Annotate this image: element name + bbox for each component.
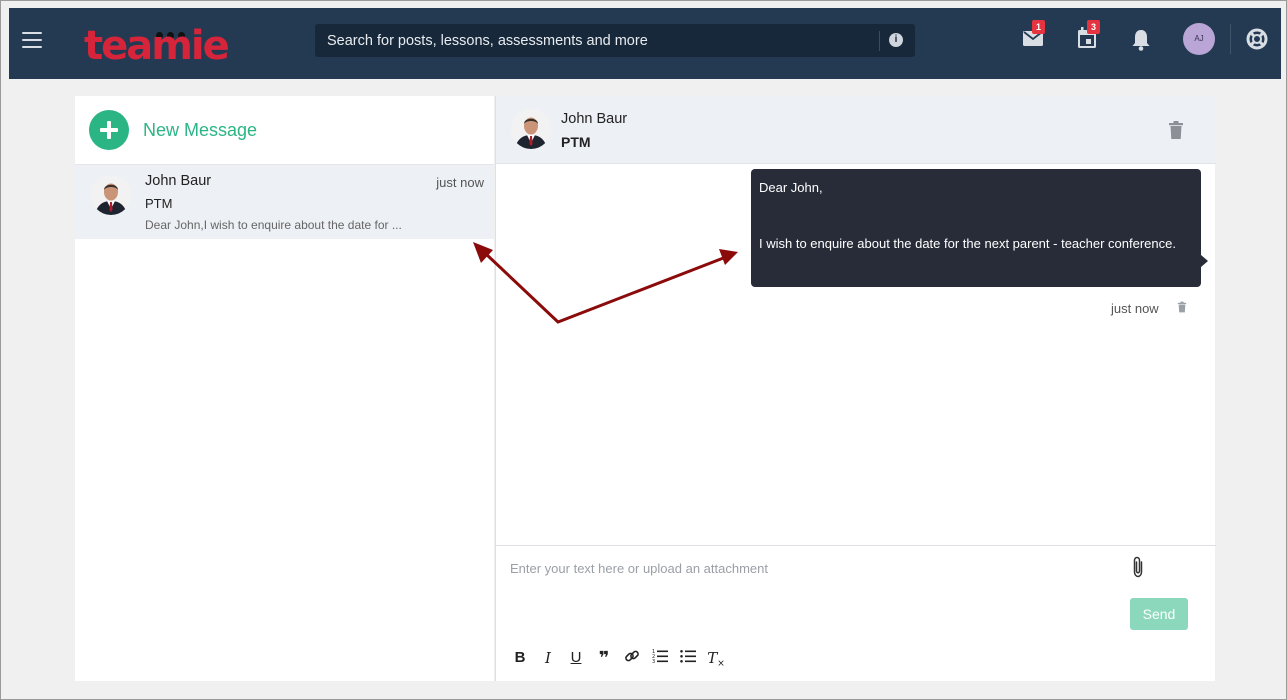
bell-icon [1132,30,1150,51]
paperclip-icon [1133,556,1143,578]
info-icon[interactable]: i [889,33,903,47]
underline-button[interactable]: U [566,648,586,668]
message-thread-panel: John Baur PTM Dear John, I wish to enqui… [495,96,1216,681]
link-button[interactable] [622,648,642,668]
message-body: I wish to enquire about the date for the… [759,236,1176,251]
conversation-subject: PTM [145,196,173,211]
send-button[interactable]: Send [1130,598,1188,630]
ordered-list-button[interactable]: 1 2 3 [650,648,670,668]
new-message-button[interactable]: New Message [89,110,257,150]
clear-format-icon: T [707,649,718,667]
thread-recipient: John Baur [561,111,628,127]
message-input[interactable] [510,558,1110,578]
search-divider [879,31,880,51]
ordered-list-icon: 1 2 3 [652,649,668,665]
clear-format-x: × [717,659,725,669]
logo-text: teamie [84,23,230,69]
delete-thread-button[interactable] [1168,120,1184,145]
conversation-time: just now [436,175,484,190]
messages-button[interactable]: 1 [1022,20,1045,54]
delete-message-button[interactable] [1177,300,1187,318]
thread-header: John Baur PTM [496,96,1216,164]
person-avatar-icon [511,109,551,149]
avatar [511,109,551,154]
notifications-button[interactable] [1131,29,1151,56]
composer-divider [496,545,1216,546]
conversation-list-panel: New Message John Baur just now PTM Dear … [75,96,494,681]
message-greeting: Dear John, [759,180,823,195]
bullet-list-icon [680,650,696,663]
search-bar[interactable] [315,24,915,57]
trash-icon [1177,301,1187,313]
mail-badge: 1 [1032,20,1045,34]
thread-subject: PTM [561,134,591,150]
svg-text:3: 3 [652,659,655,664]
conversation-item[interactable]: John Baur just now PTM Dear John,I wish … [75,165,494,239]
plus-icon [89,110,129,150]
conversation-preview: Dear John,I wish to enquire about the da… [145,218,402,232]
header-separator [1230,24,1231,54]
bold-button[interactable]: B [510,648,530,668]
app-frame: teamie i 1 3 [0,0,1287,700]
blockquote-button[interactable]: ❞ [594,648,614,668]
italic-button[interactable]: I [538,648,558,668]
attachment-button[interactable] [1131,556,1145,583]
calendar-button[interactable]: 3 [1077,20,1100,54]
clear-format-button[interactable]: T× [706,648,726,669]
search-input[interactable] [315,24,875,57]
avatar [91,175,131,220]
person-avatar-icon [91,175,131,215]
message-time: just now [1111,301,1159,316]
calendar-badge: 3 [1087,20,1100,34]
user-avatar[interactable]: AJ [1183,23,1215,55]
help-button[interactable] [1246,28,1268,55]
teamie-logo[interactable]: teamie [84,22,234,69]
conversation-sender: John Baur [145,173,212,189]
top-navbar: teamie i 1 3 [9,8,1281,79]
bullet-list-button[interactable] [678,648,698,668]
menu-icon[interactable] [22,32,42,48]
new-message-label: New Message [143,119,258,140]
trash-icon [1169,121,1183,139]
link-icon [625,650,639,662]
help-lifebuoy-icon [1246,28,1268,50]
message-bubble: Dear John, I wish to enquire about the d… [751,169,1208,287]
